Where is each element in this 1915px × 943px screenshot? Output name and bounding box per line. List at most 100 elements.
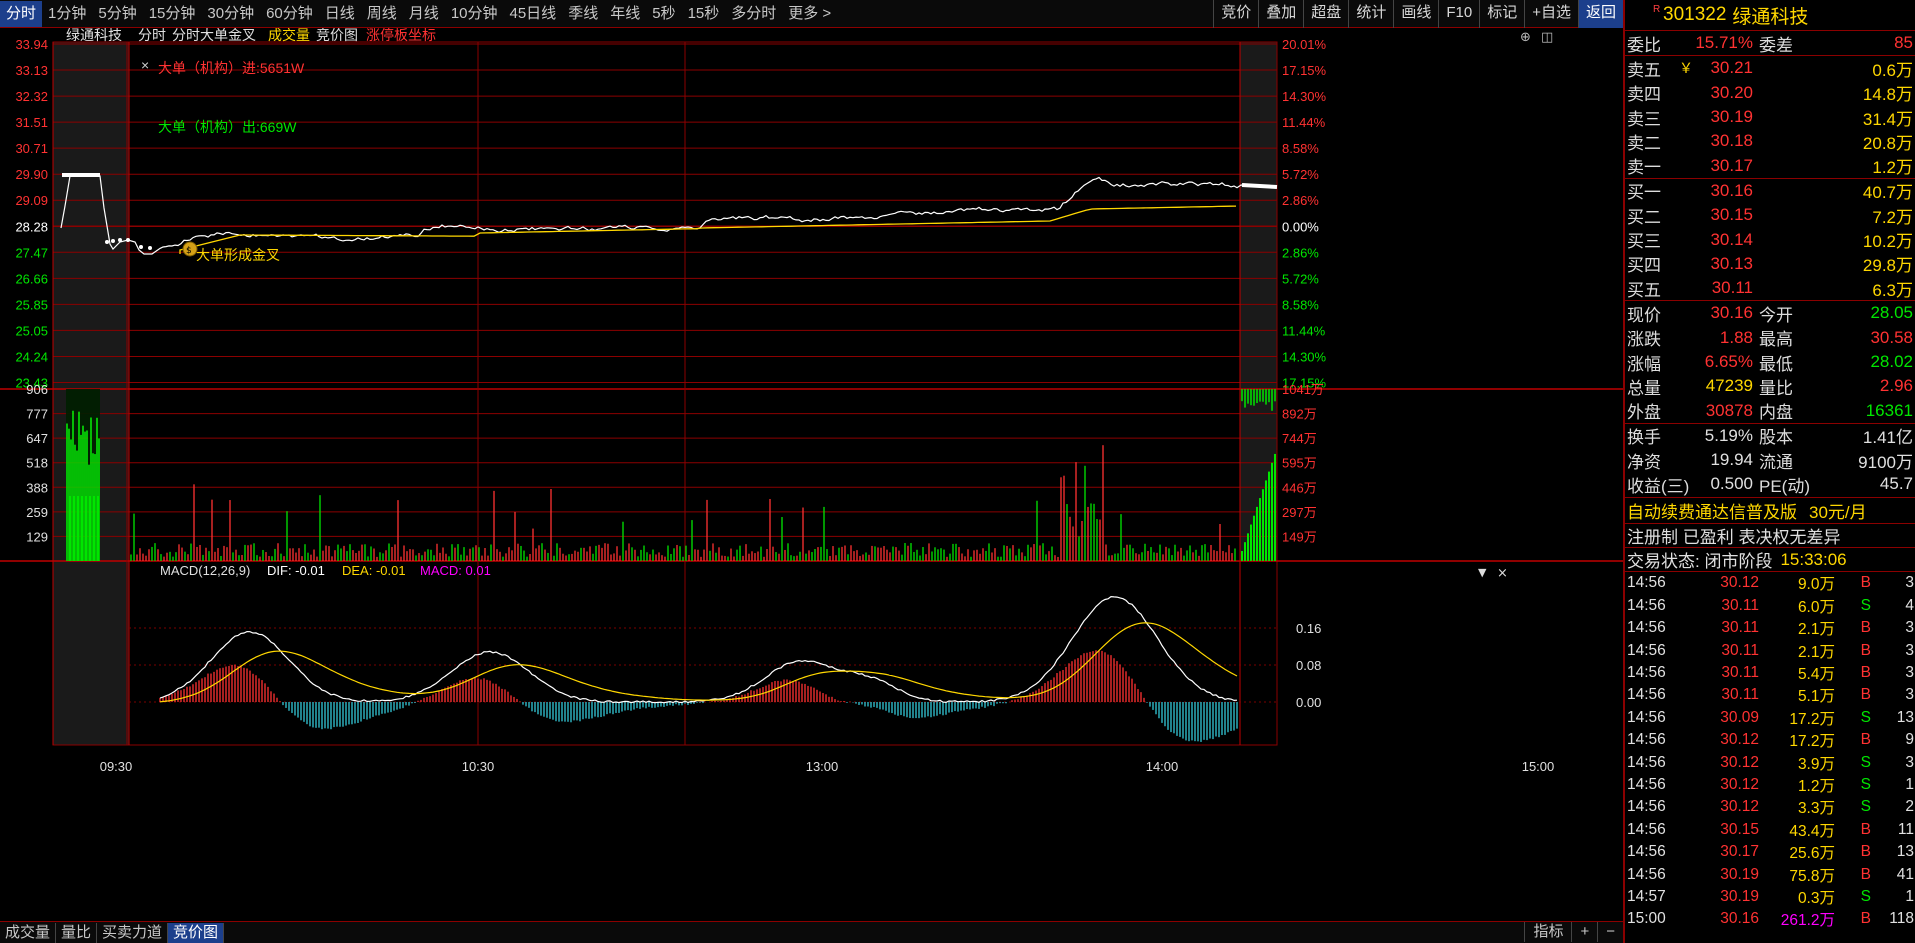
period-tab-9[interactable]: 10分钟 (445, 1, 504, 27)
toolbar-button-5[interactable]: F10 (1438, 0, 1479, 28)
tick-row[interactable]: 14:56 30.12 9.0万 B 3 (1625, 572, 1915, 594)
sells-price[interactable]: 30.18 (1677, 131, 1757, 151)
buys-label: 买三 (1627, 232, 1661, 252)
indicator-tab-2[interactable]: 买卖力道 (97, 922, 169, 943)
tick-row[interactable]: 14:56 30.11 5.4万 B 3 (1625, 662, 1915, 684)
tick-price: 30.16 (1720, 910, 1759, 928)
period-tab-7[interactable]: 周线 (361, 1, 403, 27)
indicator-tab-1[interactable]: 量比 (56, 922, 98, 943)
price-tick-label: 27.47 (15, 245, 48, 260)
buys-price[interactable]: 30.13 (1677, 254, 1757, 274)
period-tab-0[interactable]: 分时 (0, 0, 43, 27)
chart-tab-bigorder[interactable]: 分时大单金叉 (172, 28, 256, 43)
tick-row[interactable]: 14:56 30.17 25.6万 B 13 (1625, 841, 1915, 863)
toolbar-button-7[interactable]: +自选 (1524, 0, 1578, 28)
buys-price[interactable]: 30.11 (1677, 278, 1757, 298)
chart-bid-toggle[interactable]: 竞价图 (316, 28, 358, 43)
tick-price: 30.11 (1721, 663, 1759, 681)
buys-price[interactable]: 30.16 (1677, 181, 1757, 201)
toolbar-button-4[interactable]: 画线 (1393, 0, 1438, 28)
period-tab-11[interactable]: 季线 (562, 1, 604, 27)
period-tab-5[interactable]: 60分钟 (260, 1, 319, 27)
toolbar-button-3[interactable]: 统计 (1348, 0, 1393, 28)
period-tab-8[interactable]: 月线 (403, 1, 445, 27)
sells-price[interactable]: 30.20 (1677, 83, 1757, 103)
macd-close-icon[interactable]: × (1497, 566, 1508, 581)
tick-price: 30.17 (1720, 843, 1759, 861)
chart-limit-toggle[interactable]: 涨停板坐标 (366, 28, 436, 43)
indicator-tab-3[interactable]: 竞价图 (168, 922, 225, 943)
period-tab-14[interactable]: 15秒 (682, 1, 726, 27)
tick-row[interactable]: 14:56 30.09 17.2万 S 13 (1625, 707, 1915, 729)
chart-canvas[interactable]: 33.94 33.13 32.32 31.51 30.71 29.90 29.09 28.28… (0, 28, 1623, 921)
tick-row[interactable]: 14:56 30.12 1.2万 S 1 (1625, 774, 1915, 796)
buys-price[interactable]: 30.15 (1677, 205, 1757, 225)
toolbar-button-1[interactable]: 叠加 (1258, 0, 1303, 28)
stock-name[interactable]: 绿通科技 (1732, 2, 1808, 29)
ad-price[interactable]: 30元/月 (1809, 498, 1867, 523)
chart-tab-intraday[interactable]: 分时 (138, 28, 166, 43)
buys-label: 买四 (1627, 256, 1661, 276)
indicator-control-1[interactable]: + (1571, 922, 1597, 942)
tick-volume: 261.2万 (1780, 912, 1835, 930)
tick-price: 30.12 (1720, 574, 1759, 592)
toolbar-button-8[interactable]: 返回 (1577, 0, 1623, 28)
period-tab-10[interactable]: 45日线 (504, 1, 563, 27)
indicator-tab-0[interactable]: 成交量 (0, 922, 57, 943)
tick-count: 4 (1905, 596, 1914, 614)
subscription-ad[interactable]: 自动续费通达信普及版 30元/月 (1625, 496, 1915, 523)
period-tab-1[interactable]: 1分钟 (42, 1, 92, 27)
stat-value: 16361 (1865, 400, 1913, 420)
tick-volume: 25.6万 (1789, 845, 1835, 863)
intraday-chart[interactable]: 33.94 33.13 32.32 31.51 30.71 29.90 29.09 28.28… (0, 28, 1623, 923)
tick-side: B (1860, 619, 1871, 637)
indicator-control-0[interactable]: 指标 (1524, 922, 1571, 942)
tick-row[interactable]: 14:56 30.11 6.0万 S 4 (1625, 595, 1915, 617)
tick-row[interactable]: 14:56 30.12 17.2万 B 9 (1625, 729, 1915, 751)
macd-dea-label: DEA: -0.01 (342, 563, 406, 578)
period-tab-13[interactable]: 5秒 (646, 1, 681, 27)
toolbar-button-2[interactable]: 超盘 (1303, 0, 1348, 28)
tick-row[interactable]: 14:56 30.12 3.9万 S 3 (1625, 751, 1915, 773)
macd-dropdown-icon[interactable]: ▼ (1478, 566, 1487, 579)
sells-price[interactable]: 30.17 (1677, 156, 1757, 176)
period-tab-4[interactable]: 30分钟 (201, 1, 260, 27)
tick-row[interactable]: 14:56 30.19 75.8万 B 41 (1625, 863, 1915, 885)
tick-row[interactable]: 14:57 30.19 0.3万 S 1 (1625, 886, 1915, 908)
sells-price[interactable]: 30.21 (1693, 58, 1757, 78)
buys-price[interactable]: 30.14 (1677, 230, 1757, 250)
tick-row[interactable]: 14:56 30.15 43.4万 B 11 (1625, 819, 1915, 841)
toolbar-button-6[interactable]: 标记 (1479, 0, 1524, 28)
tick-count: 1 (1905, 775, 1914, 793)
tick-row[interactable]: 14:56 30.11 2.1万 B 3 (1625, 617, 1915, 639)
tick-row[interactable]: 15:00 30.16 261.2万 B 118 (1625, 908, 1915, 930)
tick-row[interactable]: 14:56 30.12 3.3万 S 2 (1625, 796, 1915, 818)
period-tab-15[interactable]: 多分时 (725, 1, 782, 27)
tick-time: 14:56 (1627, 775, 1666, 793)
stock-code[interactable]: 301322 (1663, 4, 1726, 26)
tick-list[interactable]: 14:56 30.12 9.0万 B 3 14:56 30.11 6.0万 S 4 14:56 30.… (1625, 571, 1915, 930)
tick-price: 30.12 (1720, 775, 1759, 793)
close-subpane-icon[interactable]: × (141, 57, 149, 73)
tick-side: S (1860, 775, 1871, 793)
period-tab-2[interactable]: 5分钟 (92, 1, 142, 27)
period-tab-16[interactable]: 更多 > (782, 1, 837, 27)
pane-settings-icon[interactable]: ⊕ (1520, 30, 1531, 45)
indicator-controls: 指标 + − (1524, 922, 1623, 942)
period-tab-3[interactable]: 15分钟 (143, 1, 202, 27)
period-tab-12[interactable]: 年线 (604, 1, 646, 27)
tick-row[interactable]: 14:56 30.11 5.1万 B 3 (1625, 684, 1915, 706)
sells-price[interactable]: 30.19 (1677, 107, 1757, 127)
pane-expand-icon[interactable]: ◫ (1541, 30, 1553, 45)
info-value: 1.41亿 (1862, 428, 1913, 448)
period-tab-6[interactable]: 日线 (319, 1, 361, 27)
percent-tick-label: 5.72% (1282, 271, 1319, 286)
chart-volume-toggle[interactable]: 成交量 (268, 28, 310, 43)
tick-row[interactable]: 14:56 30.11 2.1万 B 3 (1625, 639, 1915, 661)
toolbar-button-0[interactable]: 竞价 (1213, 0, 1258, 28)
chart-stock-name[interactable]: 绿通科技 (66, 28, 122, 43)
tick-price: 30.11 (1721, 619, 1759, 637)
indicator-control-2[interactable]: − (1597, 922, 1623, 942)
percent-tick-label: 8.58% (1282, 141, 1319, 156)
ad-text[interactable]: 自动续费通达信普及版 (1627, 498, 1797, 523)
